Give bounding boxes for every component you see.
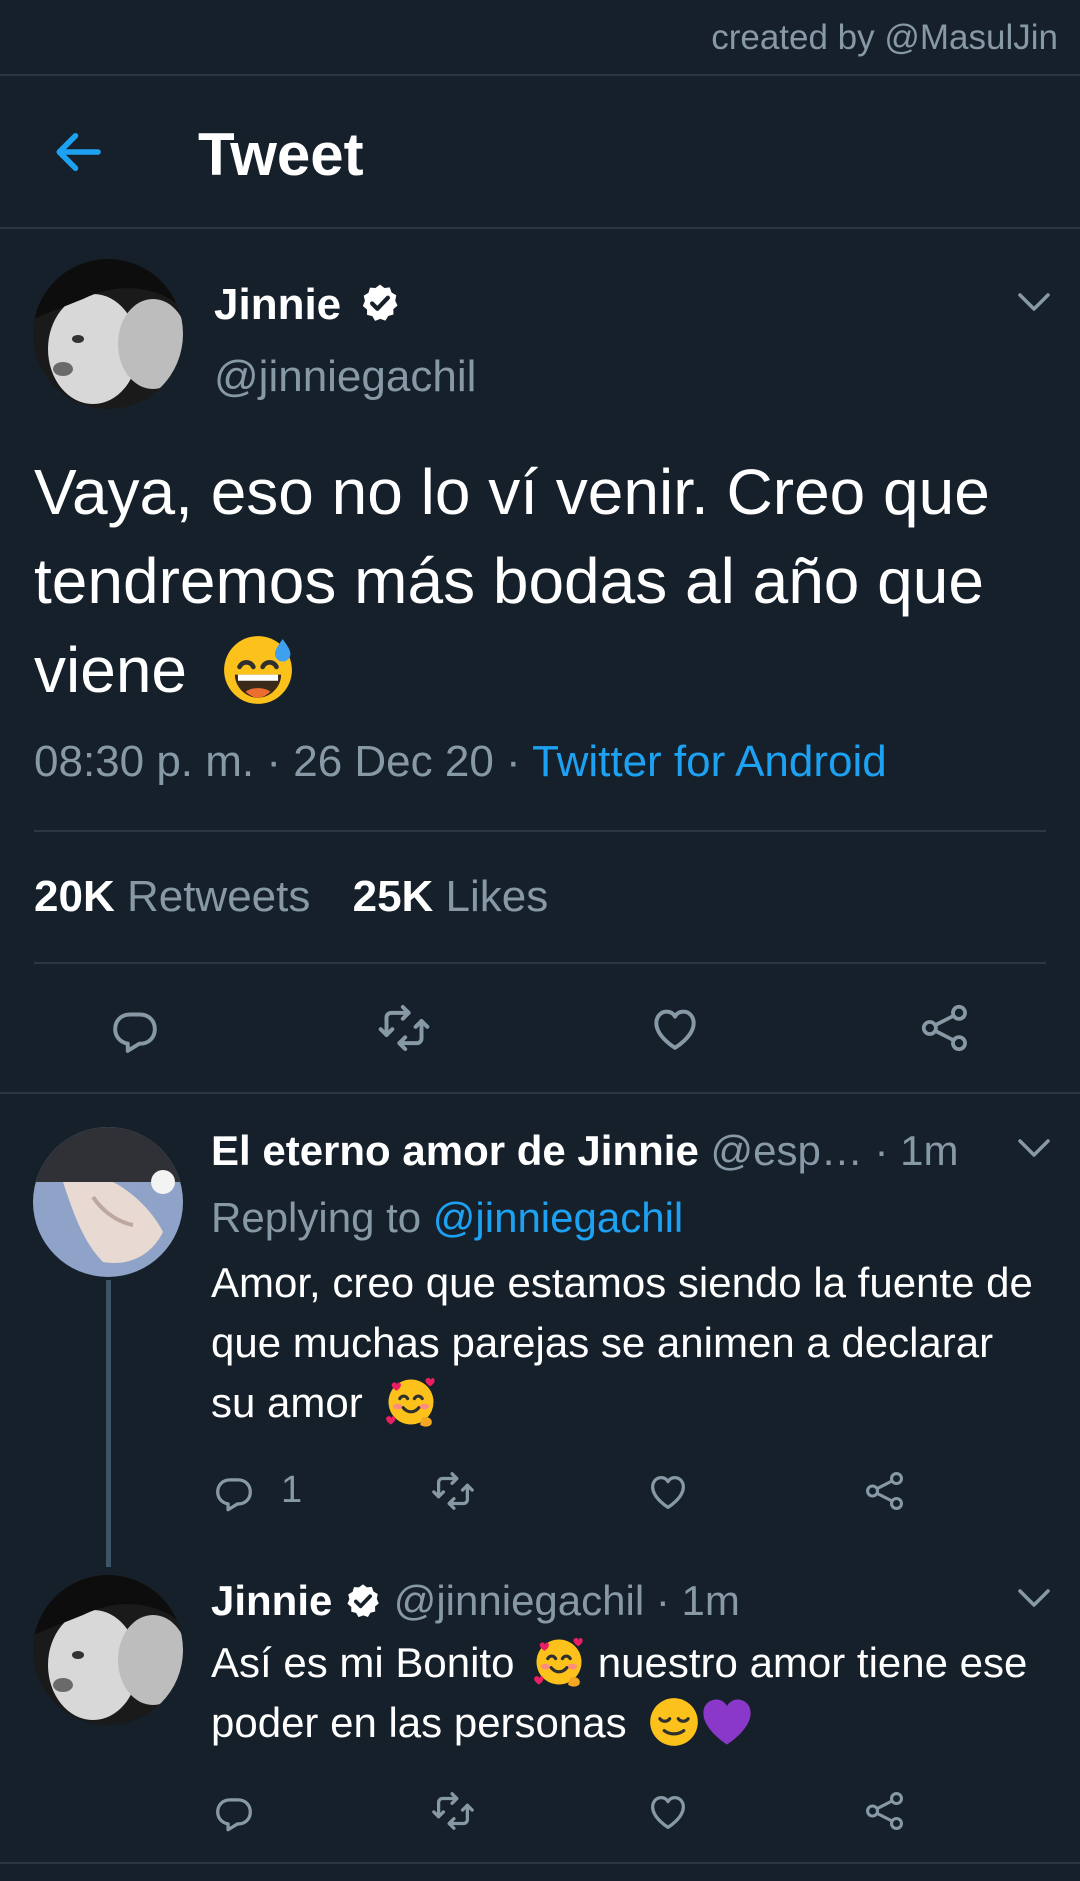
actions-divider bbox=[0, 1092, 1080, 1094]
retweets-label: Retweets bbox=[114, 872, 311, 921]
creator-credit: created by @MasulJin bbox=[711, 18, 1058, 57]
retweet-icon[interactable] bbox=[374, 1000, 434, 1056]
author-avatar[interactable] bbox=[33, 259, 183, 409]
retweet-icon[interactable] bbox=[428, 1468, 478, 1514]
reply-count: 1 bbox=[281, 1469, 303, 1511]
reply-author-handle[interactable]: @esp… bbox=[710, 1127, 862, 1174]
tweet-text: Vaya, eso no lo ví venir. Creo que tendr… bbox=[34, 448, 1054, 715]
smiling-hearts-emoji bbox=[532, 1635, 586, 1689]
retweets-count: 20K bbox=[34, 872, 115, 921]
reply-time: · 1m bbox=[862, 1127, 959, 1174]
share-icon[interactable] bbox=[917, 1000, 973, 1056]
chevron-down-icon[interactable] bbox=[1014, 1134, 1054, 1162]
reply-icon[interactable] bbox=[211, 1788, 257, 1834]
like-icon[interactable] bbox=[645, 1788, 691, 1834]
reply-icon[interactable] bbox=[211, 1468, 257, 1514]
reply-header: Jinnie @jinniegachil · 1m bbox=[211, 1577, 740, 1625]
chevron-down-icon[interactable] bbox=[1014, 1584, 1054, 1612]
back-button[interactable] bbox=[48, 122, 108, 182]
author-name-line: Jinnie bbox=[214, 280, 401, 330]
like-icon[interactable] bbox=[645, 1468, 691, 1514]
tweet-text-body: Vaya, eso no lo ví venir. Creo que tendr… bbox=[34, 456, 990, 706]
replying-to-line: Replying to @jinniegachil bbox=[211, 1194, 683, 1242]
sweat-smile-emoji bbox=[221, 633, 295, 707]
likes-count: 25K bbox=[352, 872, 434, 921]
retweet-icon[interactable] bbox=[428, 1788, 478, 1834]
back-arrow-icon bbox=[56, 133, 101, 171]
author-handle[interactable]: @jinniegachil bbox=[214, 352, 476, 402]
reply-text-body: Amor, creo que estamos siendo la fuente … bbox=[211, 1259, 1033, 1426]
likes-stat[interactable]: 25K Likes bbox=[353, 872, 549, 921]
thread-connector bbox=[106, 1280, 111, 1567]
reply-text: Así es mi Bonito nuestro amor tiene ese … bbox=[211, 1633, 1041, 1753]
tweet-stats: 20K Retweets 25K Likes bbox=[34, 872, 548, 922]
page-title: Tweet bbox=[198, 121, 364, 188]
reply-icon[interactable] bbox=[107, 1000, 163, 1056]
bottom-divider bbox=[0, 1862, 1080, 1864]
reply-avatar[interactable] bbox=[33, 1127, 183, 1277]
replying-to-prefix: Replying to bbox=[211, 1194, 433, 1241]
stats-divider bbox=[34, 962, 1046, 964]
retweets-stat[interactable]: 20K Retweets bbox=[34, 872, 310, 921]
meta-divider bbox=[34, 830, 1046, 832]
like-icon[interactable] bbox=[647, 1000, 703, 1056]
reply-text: Amor, creo que estamos siendo la fuente … bbox=[211, 1253, 1041, 1433]
tweet-meta: 08:30 p. m. · 26 Dec 20 · Twitter for An… bbox=[34, 737, 887, 787]
reply-text-part1: Así es mi Bonito bbox=[211, 1639, 515, 1686]
verified-badge-icon bbox=[359, 282, 401, 324]
purple-heart-emoji bbox=[700, 1695, 754, 1749]
verified-badge-icon bbox=[344, 1582, 382, 1620]
tweet-timestamp: 08:30 p. m. · 26 Dec 20 · bbox=[34, 737, 533, 786]
likes-label: Likes bbox=[433, 872, 549, 921]
reply-avatar[interactable] bbox=[33, 1575, 183, 1725]
reply-author-name[interactable]: Jinnie bbox=[211, 1577, 332, 1624]
chevron-down-icon[interactable] bbox=[1014, 288, 1054, 316]
share-icon[interactable] bbox=[862, 1788, 908, 1834]
tweet-source-link[interactable]: Twitter for Android bbox=[532, 737, 887, 786]
reply-author-name[interactable]: El eterno amor de Jinnie bbox=[211, 1127, 699, 1174]
replying-to-handle[interactable]: @jinniegachil bbox=[433, 1194, 683, 1241]
header-top-divider bbox=[0, 74, 1080, 76]
share-icon[interactable] bbox=[862, 1468, 908, 1514]
relieved-emoji bbox=[648, 1696, 700, 1748]
reply-author-handle[interactable]: @jinniegachil bbox=[394, 1577, 644, 1624]
smiling-hearts-emoji bbox=[384, 1375, 438, 1429]
author-name[interactable]: Jinnie bbox=[214, 280, 341, 329]
header-divider bbox=[0, 227, 1080, 229]
reply-header: El eterno amor de Jinnie @esp… · 1m bbox=[211, 1127, 959, 1175]
reply-time: · 1m bbox=[644, 1577, 740, 1624]
